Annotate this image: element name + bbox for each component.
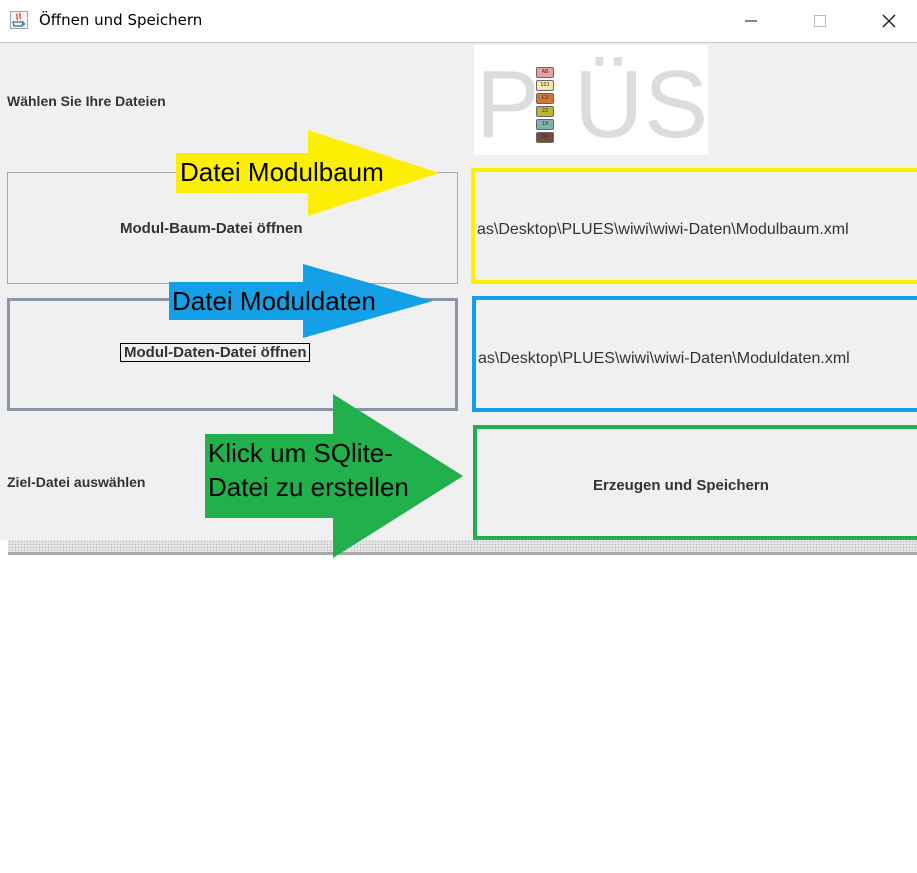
module-data-path: as\Desktop\PLUES\wiwi\wiwi-Daten\Modulda… [478,350,850,367]
modulbaum-annotation-label: Datei Modulbaum [180,157,384,187]
logo-bar: C2 [536,93,554,104]
maximize-button[interactable] [797,0,843,42]
close-icon [882,14,896,28]
minimize-icon [745,20,757,22]
choose-files-label: Wählen Sie Ihre Dateien [7,93,166,109]
open-module-data-label: Modul-Daten-Datei öffnen [120,343,311,362]
logo-letter-p: P [476,51,541,158]
sqlite-annotation-line1: Klick um SQlite- [208,438,393,468]
logo-letter-s: S [644,51,709,158]
logo-bar: AB [536,67,554,78]
maximize-icon [814,15,826,27]
create-and-save-button[interactable]: Erzeugen und Speichern [473,425,917,540]
sqlite-annotation-line2: Datei zu erstellen [208,472,409,502]
logo-bar: 84 [536,132,554,143]
logo-bar: 22 [536,106,554,117]
title-bar: Öffnen und Speichern [0,0,917,43]
plues-logo: P Ü S AB 101 C2 22 19 84 [474,45,708,155]
logo-bar: 19 [536,119,554,130]
minimize-button[interactable] [728,0,774,42]
target-file-label: Ziel-Datei auswählen [7,474,146,490]
module-tree-path: as\Desktop\PLUES\wiwi\wiwi-Daten\Modulba… [477,221,849,238]
java-app-icon [10,11,28,29]
window-title: Öffnen und Speichern [39,11,203,29]
create-and-save-label: Erzeugen und Speichern [593,477,769,494]
logo-bar: 101 [536,80,554,91]
module-tree-path-field[interactable]: as\Desktop\PLUES\wiwi\wiwi-Daten\Modulba… [471,168,917,284]
logo-letter-u: Ü [574,51,644,158]
moduldaten-annotation-label: Datei Moduldaten [172,286,376,316]
close-button[interactable] [866,0,912,42]
open-module-tree-label: Modul-Baum-Datei öffnen [120,220,303,237]
module-data-path-field[interactable]: as\Desktop\PLUES\wiwi\wiwi-Daten\Modulda… [472,296,917,412]
logo-bars: AB 101 C2 22 19 84 [534,67,554,151]
